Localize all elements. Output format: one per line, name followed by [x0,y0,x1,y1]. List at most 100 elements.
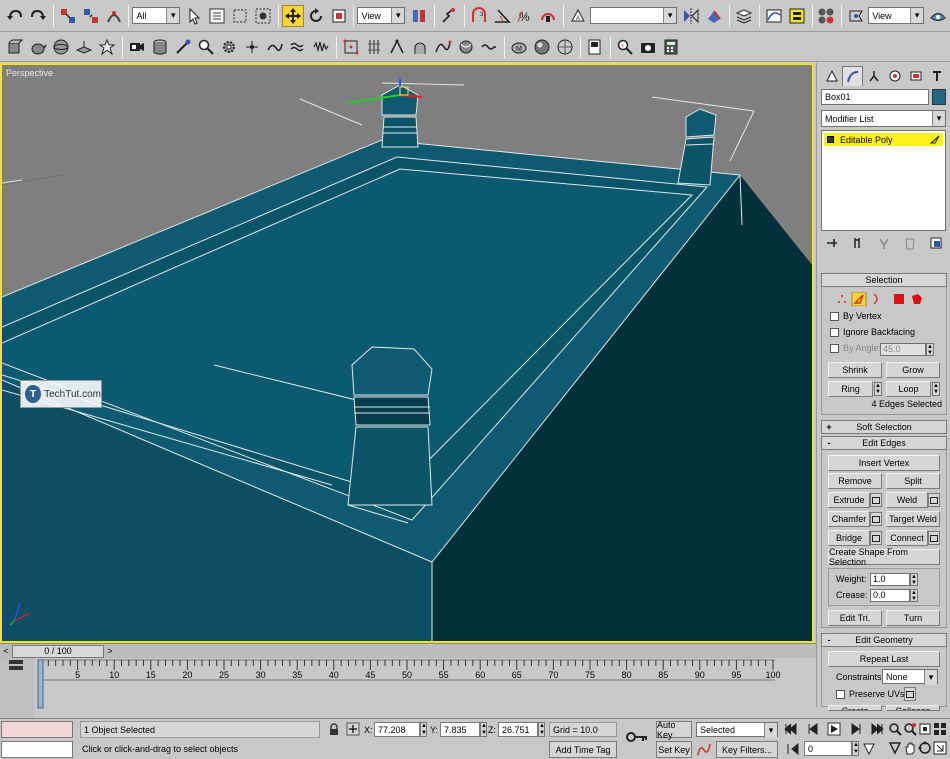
percent-snap-icon[interactable]: % [514,5,536,27]
lock-selection-icon[interactable] [328,723,340,736]
z-spinner-icon[interactable]: ▲ ▼ [538,722,545,737]
add-time-tag-button[interactable]: Add Time Tag [549,741,617,758]
split-button[interactable]: Split [886,473,940,489]
key-mode-dropdown[interactable]: Selected [696,722,778,738]
lattice-icon[interactable] [363,36,385,58]
select-object-icon[interactable] [183,5,205,27]
selection-filter-dropdown[interactable]: All [132,7,181,24]
transform-mode-icon[interactable] [346,722,360,736]
select-by-name-icon[interactable] [206,5,228,27]
ignore-backfacing-checkbox[interactable]: Ignore Backfacing [830,327,915,337]
show-end-result-icon[interactable] [851,236,865,250]
insert-vertex-button[interactable]: Insert Vertex [828,455,940,471]
skin-icon[interactable] [409,36,431,58]
make-unique-icon[interactable] [877,236,891,250]
extrude-settings-icon[interactable] [870,493,882,507]
by-angle-checkbox[interactable]: By Angle: [830,343,881,353]
material-icon[interactable]: M [508,36,530,58]
weld-button[interactable]: Weld [886,492,928,508]
select-scale-icon[interactable] [328,5,350,27]
display-tab[interactable] [905,66,926,86]
ring-button[interactable]: Ring [828,381,873,397]
stack-item-editable-poly[interactable]: Editable Poly [824,133,943,146]
pan-hand-icon[interactable] [903,741,917,755]
spinner-arrows-icon[interactable]: ▲ ▼ [910,572,918,586]
cylinder-icon[interactable] [149,36,171,58]
object-color-swatch[interactable] [932,89,946,105]
maxscript-listener-mini[interactable] [1,721,73,738]
turn-button[interactable]: Turn [886,610,940,626]
collapse-button[interactable]: Collapse [886,705,940,711]
expand-box-icon[interactable] [827,136,834,143]
border-level-icon[interactable] [873,293,878,305]
preserve-uvs-settings-icon[interactable] [904,687,916,701]
align-icon[interactable] [703,5,725,27]
weld-settings-icon[interactable] [928,493,940,507]
zoom-nav-icon[interactable] [888,722,902,736]
calculator-icon[interactable] [660,36,682,58]
ring-spinner-icon[interactable]: ▲ ▼ [874,382,882,396]
chamfer-button[interactable]: Chamfer [828,511,870,527]
key-filters-button[interactable]: Key Filters... [716,741,778,758]
edit-named-sel-icon[interactable]: A [567,5,589,27]
sphere-icon[interactable] [50,36,72,58]
current-frame-field[interactable]: 0 [804,741,852,756]
edit-edges-rollout-header[interactable]: - Edit Edges [821,436,947,450]
select-rotate-icon[interactable] [305,5,327,27]
soft-selection-rollout-header[interactable]: + Soft Selection [821,420,947,434]
redo-icon[interactable] [27,5,49,27]
play-icon[interactable] [827,722,841,736]
window-crossing-icon[interactable] [252,5,274,27]
ref-coord-dropdown[interactable]: View [357,7,406,24]
camera-render-icon[interactable] [637,36,659,58]
target-weld-button[interactable]: Target Weld [886,511,940,527]
quick-render-icon[interactable] [927,5,949,27]
current-frame-marker[interactable] [37,659,44,709]
y-spinner-icon[interactable]: ▲ ▼ [480,722,487,737]
undo-icon[interactable] [4,5,26,27]
mirror-icon[interactable] [680,5,702,27]
paint-icon[interactable] [172,36,194,58]
mesh-icon[interactable] [554,36,576,58]
extrude-button[interactable]: Extrude [828,492,870,508]
render-scene-icon[interactable] [845,5,867,27]
object-name-field[interactable]: Box01 [821,89,929,105]
box-icon[interactable] [4,36,26,58]
perspective-viewport[interactable]: Perspective T TechTut.com [0,63,814,643]
select-move-icon[interactable] [281,4,304,27]
arc-rotate-icon[interactable] [918,741,932,755]
bind-spacewarp-icon[interactable] [103,5,125,27]
spinner-snap-icon[interactable] [537,5,559,27]
light-icon[interactable] [96,36,118,58]
bridge-settings-icon[interactable] [870,531,882,545]
constraints-dropdown[interactable]: None [882,669,938,685]
modifier-stack[interactable]: Editable Poly [821,130,946,231]
create-tab[interactable] [821,66,842,86]
bend-icon[interactable] [241,36,263,58]
by-angle-spinner[interactable]: 45.0 ▲ ▼ [880,342,934,356]
create-shape-button[interactable]: Create Shape From Selection [828,547,940,567]
crease-value[interactable]: 0.0 [870,588,910,602]
camera-icon[interactable] [126,36,148,58]
snap-3d-icon[interactable]: 3 [468,5,490,27]
magnifier-icon[interactable] [195,36,217,58]
unwrap-icon[interactable] [478,36,500,58]
select-link-icon[interactable] [57,5,79,27]
bridge-button[interactable]: Bridge [828,530,870,546]
time-slider-thumb[interactable]: 0 / 100 [12,645,104,658]
element-level-icon[interactable] [912,294,922,304]
rect-region-icon[interactable] [229,5,251,27]
auto-key-button[interactable]: Auto Key [656,720,692,740]
render-type-dropdown[interactable]: View [868,7,925,24]
named-selection-dropdown[interactable] [589,7,678,24]
x-coord-field[interactable]: 77.208 [374,722,420,737]
configure-sets-icon[interactable] [929,236,943,250]
weight-value[interactable]: 1.0 [870,572,910,586]
time-slider-next[interactable]: > [105,645,115,658]
crease-spinner[interactable]: 0.0 ▲ ▼ [870,588,918,602]
shrink-button[interactable]: Shrink [828,362,882,378]
remove-modifier-icon[interactable] [903,236,917,250]
connect-button[interactable]: Connect [886,530,928,546]
bone-icon[interactable] [386,36,408,58]
polygon-level-icon[interactable] [894,294,904,304]
